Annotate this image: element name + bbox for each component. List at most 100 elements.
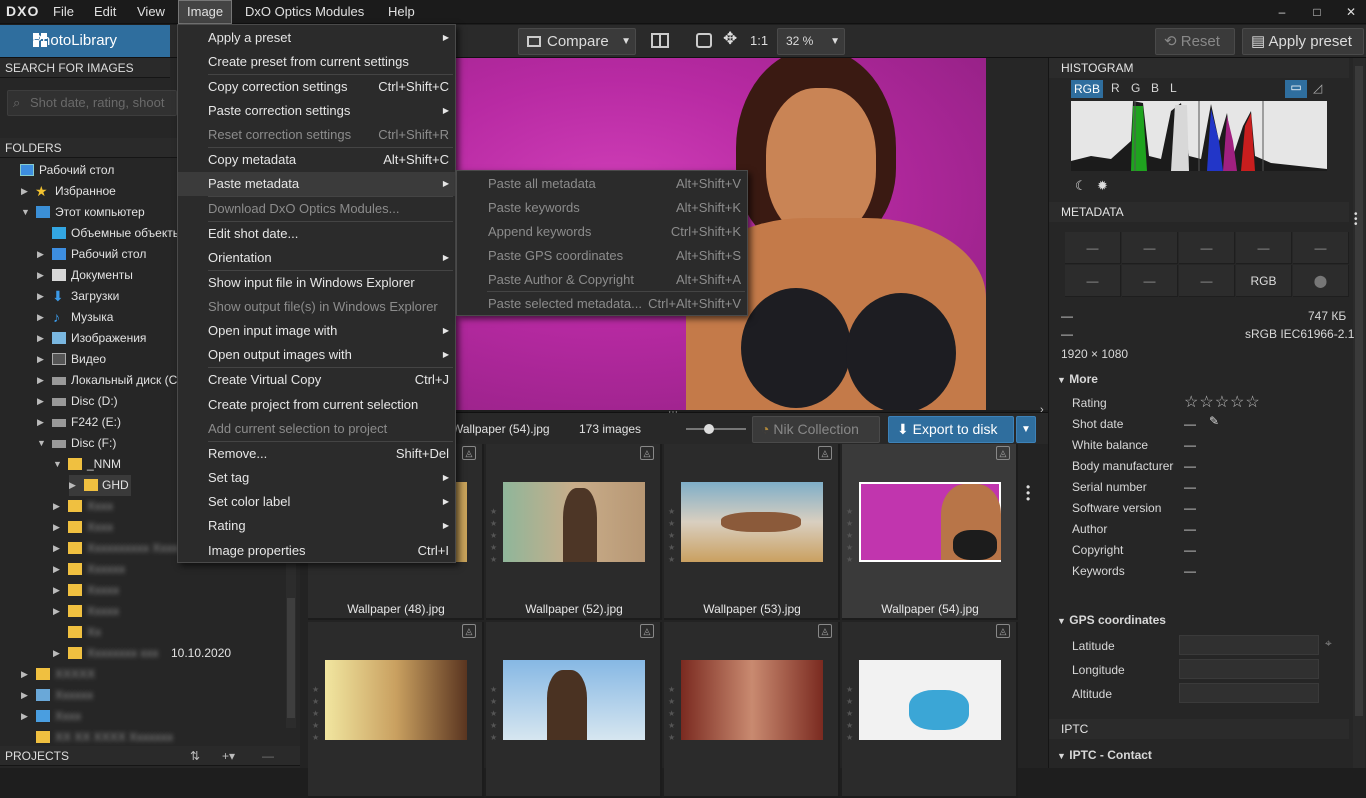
- image-menu-item[interactable]: Image properties Ctrl+I: [178, 539, 455, 563]
- menu-view[interactable]: View: [129, 0, 173, 24]
- thumbnail[interactable]: ◬ ★ ★ ★ ★ ★: [486, 622, 662, 798]
- sort-icon[interactable]: ⇅: [190, 746, 200, 766]
- image-menu-item[interactable]: Open input image with ▶: [178, 319, 455, 343]
- collapse-icon[interactable]: ▼: [53, 454, 62, 475]
- expand-icon[interactable]: ▶: [53, 496, 60, 517]
- more-section-toggle[interactable]: ▼ More: [1057, 372, 1098, 386]
- menu-help[interactable]: Help: [380, 0, 423, 24]
- expand-icon[interactable]: ▶: [37, 244, 44, 265]
- compare-button[interactable]: Compare ▼: [518, 28, 636, 55]
- expand-icon[interactable]: ▶: [37, 265, 44, 286]
- expand-icon[interactable]: ▶: [53, 559, 60, 580]
- maximize-button[interactable]: □: [1303, 0, 1331, 24]
- thumbnail-52[interactable]: ◬ ★ ★ ★ ★ ★ Wallpaper (52).jpg: [486, 444, 662, 620]
- right-scrollbar[interactable]: [1353, 58, 1365, 768]
- image-menu-item[interactable]: Paste metadata ▶: [178, 172, 455, 196]
- rating-stars[interactable]: ★ ★ ★ ★ ★: [490, 684, 498, 744]
- reset-button[interactable]: ⟲ Reset: [1155, 28, 1235, 55]
- more-options-icon[interactable]: • • •: [1026, 481, 1030, 505]
- image-menu-item[interactable]: Orientation ▶: [178, 246, 455, 270]
- expand-icon[interactable]: ▶: [37, 307, 44, 328]
- expand-icon[interactable]: ▶: [53, 643, 60, 664]
- nik-collection-button[interactable]: ◔ Nik Collection: [752, 416, 880, 443]
- split-view-icon[interactable]: [651, 33, 669, 48]
- thumbnail[interactable]: ◬ ★ ★ ★ ★ ★: [308, 622, 484, 798]
- tree-item-ghd[interactable]: ▶ GHD: [69, 475, 131, 496]
- map-pin-icon[interactable]: ⌖: [1325, 636, 1332, 651]
- image-menu-item[interactable]: Remove... Shift+Del: [178, 442, 455, 466]
- expand-icon[interactable]: ▶: [21, 664, 28, 685]
- remove-project-icon[interactable]: —: [262, 746, 274, 766]
- zoom-select[interactable]: 32 % ▼: [777, 28, 845, 55]
- move-icon[interactable]: ✥: [723, 29, 737, 49]
- iptc-contact-toggle[interactable]: ▼ IPTC - Contact: [1057, 748, 1152, 762]
- minimize-button[interactable]: –: [1268, 0, 1296, 24]
- drag-handle-icon[interactable]: ⋯: [668, 407, 678, 418]
- expand-icon[interactable]: ▶: [21, 706, 28, 727]
- shadow-clip-icon[interactable]: ☾: [1075, 178, 1087, 194]
- one-to-one-button[interactable]: 1:1: [750, 33, 768, 48]
- image-menu-item[interactable]: Create Virtual Copy Ctrl+J: [178, 368, 455, 392]
- rating-stars[interactable]: ★ ★ ★ ★ ★: [490, 506, 498, 566]
- image-menu-item[interactable]: Open output images with ▶: [178, 343, 455, 367]
- image-menu-item[interactable]: Create preset from current settings: [178, 50, 455, 74]
- expand-icon[interactable]: ▶: [69, 475, 76, 496]
- image-menu-item[interactable]: Copy correction settings Ctrl+Shift+C: [178, 75, 455, 99]
- channel-b[interactable]: B: [1151, 81, 1159, 95]
- menu-image[interactable]: Image: [178, 0, 233, 24]
- rating-stars[interactable]: ★ ★ ★ ★ ★: [668, 506, 676, 566]
- chevron-down-icon[interactable]: ▼: [621, 29, 631, 54]
- channel-g[interactable]: G: [1131, 81, 1140, 95]
- add-project-icon[interactable]: +▾: [222, 746, 235, 766]
- export-options-dropdown[interactable]: ▼: [1016, 416, 1036, 443]
- expand-icon[interactable]: ▶: [53, 580, 60, 601]
- thumbnail[interactable]: ◬ ★ ★ ★ ★ ★: [664, 622, 840, 798]
- rating-stars[interactable]: ★ ★ ★ ★ ★: [846, 684, 854, 744]
- image-menu-item[interactable]: Set tag ▶: [178, 466, 455, 490]
- fit-screen-icon[interactable]: [696, 33, 712, 48]
- expand-icon[interactable]: ▶: [37, 349, 44, 370]
- expand-icon[interactable]: ▶: [37, 391, 44, 412]
- channel-r[interactable]: R: [1111, 81, 1120, 95]
- channel-l[interactable]: L: [1170, 81, 1177, 95]
- gamut-icon[interactable]: ◿: [1313, 81, 1322, 95]
- longitude-input[interactable]: [1179, 659, 1319, 679]
- collapse-icon[interactable]: ▼: [37, 433, 46, 454]
- image-menu-item[interactable]: Create project from current selection: [178, 393, 455, 417]
- expand-icon[interactable]: ▶: [37, 286, 44, 307]
- image-menu-item[interactable]: Edit shot date...: [178, 222, 455, 246]
- expand-icon[interactable]: ▶: [37, 328, 44, 349]
- rating-stars[interactable]: ☆☆☆☆☆: [1184, 392, 1261, 412]
- expand-icon[interactable]: ▶: [53, 517, 60, 538]
- rating-stars[interactable]: ★ ★ ★ ★ ★: [668, 684, 676, 744]
- expand-icon[interactable]: ▶: [21, 685, 28, 706]
- image-menu-item[interactable]: Rating ▶: [178, 514, 455, 538]
- rating-stars[interactable]: ★ ★ ★ ★ ★: [846, 506, 854, 566]
- thumbnail[interactable]: ◬ ★ ★ ★ ★ ★: [842, 622, 1018, 798]
- expand-icon[interactable]: ▶: [37, 412, 44, 433]
- thumbnail-54-selected[interactable]: ◬ ★ ★ ★ ★ ★ Wallpaper (54).jpg: [842, 444, 1018, 620]
- channel-rgb[interactable]: RGB: [1071, 80, 1103, 98]
- search-input[interactable]: ⌕ Shot date, rating, shoot: [7, 90, 177, 116]
- expand-icon[interactable]: ▶: [53, 538, 60, 559]
- expand-icon[interactable]: ▶: [53, 601, 60, 622]
- image-menu-item[interactable]: Show input file in Windows Explorer: [178, 271, 455, 295]
- collapse-panel-icon[interactable]: ›: [1040, 404, 1044, 416]
- photolibrary-tab[interactable]: PhotoLibrary: [0, 25, 170, 57]
- image-menu-item[interactable]: Copy metadata Alt+Shift+C: [178, 148, 455, 172]
- collapse-icon[interactable]: ▼: [21, 202, 30, 223]
- export-to-disk-button[interactable]: ⬇ Export to disk: [888, 416, 1014, 443]
- menu-file[interactable]: File: [45, 0, 82, 24]
- thumb-size-slider[interactable]: [686, 424, 746, 434]
- gps-section-toggle[interactable]: ▼ GPS coordinates: [1057, 613, 1166, 627]
- close-button[interactable]: ✕: [1337, 0, 1365, 24]
- image-menu-item[interactable]: Set color label ▶: [178, 490, 455, 514]
- expand-icon[interactable]: ▶: [21, 181, 28, 202]
- apply-preset-button[interactable]: ▤ Apply preset: [1242, 28, 1364, 55]
- panel-options-icon[interactable]: • • •: [1354, 210, 1358, 230]
- monitor-icon[interactable]: ▭: [1285, 80, 1307, 98]
- edit-pencil-icon[interactable]: ✎: [1209, 414, 1219, 428]
- altitude-input[interactable]: [1179, 683, 1319, 703]
- menu-dxo-optics-modules[interactable]: DxO Optics Modules: [237, 0, 372, 24]
- expand-icon[interactable]: ▶: [37, 370, 44, 391]
